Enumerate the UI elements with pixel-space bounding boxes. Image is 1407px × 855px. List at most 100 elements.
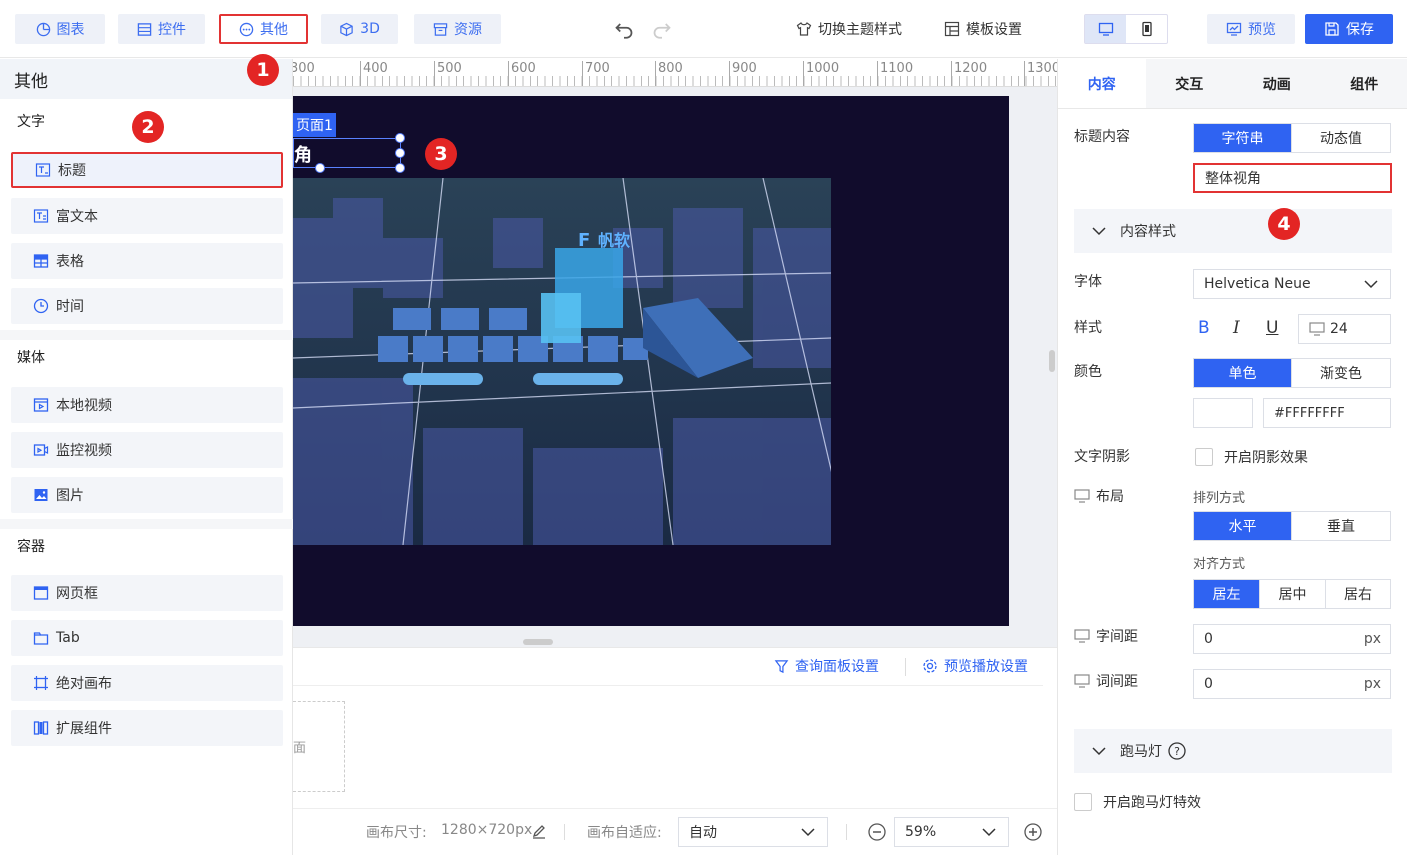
undo-icon — [615, 23, 633, 39]
resize-handle[interactable] — [395, 163, 405, 173]
component-item-local-video[interactable]: 本地视频 — [11, 387, 283, 423]
marquee-label: 跑马灯 — [1120, 744, 1162, 760]
marquee-checkbox-row[interactable]: 开启跑马灯特效 — [1074, 792, 1201, 812]
resize-handle[interactable] — [315, 163, 325, 173]
tab-3d[interactable]: 3D — [321, 14, 398, 44]
component-item-label: 时间 — [56, 299, 84, 315]
word-spacing-input[interactable]: 0 px — [1193, 669, 1391, 699]
color-gradient-option[interactable]: 渐变色 — [1292, 359, 1390, 387]
type-string-option[interactable]: 字符串 — [1194, 124, 1292, 152]
help-icon[interactable]: ? — [1168, 742, 1186, 760]
monitor-icon — [1074, 674, 1090, 688]
unit-label: px — [1363, 631, 1381, 647]
color-mode-segmented: 单色 渐变色 — [1193, 358, 1391, 388]
video-icon — [33, 398, 49, 412]
component-item-extension[interactable]: 扩展组件 — [11, 710, 283, 746]
font-select[interactable]: Helvetica Neue — [1193, 269, 1391, 299]
component-item-time[interactable]: 时间 — [11, 288, 283, 324]
zoom-select[interactable]: 59% — [894, 817, 1009, 847]
align-right-option[interactable]: 居右 — [1326, 580, 1390, 608]
theme-switch-button[interactable]: 切换主题样式 — [796, 14, 902, 44]
color-solid-option[interactable]: 单色 — [1194, 359, 1292, 387]
preview-label: 预览 — [1248, 22, 1276, 38]
type-dynamic-option[interactable]: 动态值 — [1292, 124, 1390, 152]
fanruan-logo-text: F — [578, 230, 590, 251]
color-hex-input[interactable]: #FFFFFFFF — [1263, 398, 1391, 428]
zoom-out-icon[interactable] — [868, 823, 886, 841]
tab-animation[interactable]: 动画 — [1233, 59, 1321, 108]
tab-other[interactable]: 其他 — [219, 14, 308, 44]
mobile-view-button[interactable] — [1126, 15, 1167, 43]
undo-button[interactable] — [614, 14, 634, 44]
component-item-label: 标题 — [58, 163, 86, 179]
italic-button[interactable]: I — [1233, 318, 1240, 338]
tab-chart[interactable]: 图表 — [15, 14, 105, 44]
component-item-title[interactable]: 标题 — [11, 152, 283, 188]
resize-handle[interactable] — [395, 148, 405, 158]
tab-content[interactable]: 内容 — [1058, 59, 1146, 108]
component-item-web-frame[interactable]: 网页框 — [11, 575, 283, 611]
chevron-down-icon — [1364, 280, 1378, 289]
desktop-view-button[interactable] — [1085, 15, 1126, 43]
component-item-table[interactable]: 表格 — [11, 243, 283, 279]
shadow-checkbox[interactable] — [1195, 448, 1213, 466]
more-icon — [239, 22, 254, 36]
component-item-absolute-canvas[interactable]: 绝对画布 — [11, 665, 283, 701]
table-icon — [33, 254, 49, 268]
arrange-horizontal-option[interactable]: 水平 — [1194, 512, 1292, 540]
marquee-group-header[interactable]: 跑马灯 ? — [1074, 729, 1392, 773]
component-item-monitor-video[interactable]: 监控视频 — [11, 432, 283, 468]
marquee-checkbox[interactable] — [1074, 793, 1092, 811]
page-thumbnail-placeholder[interactable]: 面 — [293, 701, 345, 792]
color-swatch[interactable] — [1193, 398, 1253, 428]
archive-icon — [433, 22, 448, 36]
theme-switch-label: 切换主题样式 — [818, 22, 902, 38]
redo-button[interactable] — [652, 14, 672, 44]
component-item-image[interactable]: 图片 — [11, 477, 283, 513]
canvas-resize-handle[interactable] — [523, 639, 553, 645]
chevron-down-icon — [1092, 747, 1106, 756]
device-switch — [1084, 14, 1168, 44]
tab-interaction[interactable]: 交互 — [1145, 59, 1233, 108]
underline-button[interactable]: U — [1266, 318, 1278, 338]
annotation-badge-2: 2 — [132, 111, 164, 143]
tab-widget[interactable]: 控件 — [118, 14, 205, 44]
preview-play-settings-button[interactable]: 预览播放设置 — [922, 656, 1028, 676]
tab-other-label: 其他 — [260, 22, 288, 38]
top-toolbar: 图表 控件 其他 3D 资源 切换主题样式 模板设置 预览 保存 — [0, 0, 1407, 58]
shadow-checkbox-row[interactable]: 开启阴影效果 — [1195, 447, 1308, 467]
tab-resource[interactable]: 资源 — [414, 14, 501, 44]
align-center-option[interactable]: 居中 — [1260, 580, 1326, 608]
content-style-group-header[interactable]: 内容样式 — [1074, 209, 1392, 253]
align-left-option[interactable]: 居左 — [1194, 580, 1260, 608]
component-item-label: 富文本 — [56, 209, 98, 225]
preview-button[interactable]: 预览 — [1207, 14, 1295, 44]
edit-icon[interactable] — [531, 823, 547, 839]
component-item-rich-text[interactable]: 富文本 — [11, 198, 283, 234]
font-size-input[interactable]: 24 — [1298, 314, 1391, 344]
web-frame-icon — [33, 586, 49, 600]
redo-icon — [653, 23, 671, 39]
query-panel-settings-button[interactable]: 查询面板设置 — [774, 656, 879, 676]
tab-component[interactable]: 组件 — [1320, 59, 1407, 108]
vertical-scrollbar[interactable] — [1049, 350, 1055, 372]
ruler-tick: 900 — [729, 61, 757, 86]
save-button[interactable]: 保存 — [1305, 14, 1393, 44]
arrange-label: 排列方式 — [1193, 491, 1246, 506]
title-text-input[interactable]: 整体视角 — [1193, 163, 1392, 193]
style-label: 样式 — [1074, 320, 1102, 336]
zoom-in-icon[interactable] — [1024, 823, 1042, 841]
component-item-tab[interactable]: Tab — [11, 620, 283, 656]
extension-icon — [33, 721, 49, 735]
arrange-vertical-option[interactable]: 垂直 — [1292, 512, 1390, 540]
component-panel: 其他 文字 标题 富文本 表格 时间 媒体 本地视频 监控视频 图片 容器 网页… — [0, 59, 293, 855]
title-content-label: 标题内容 — [1074, 129, 1130, 145]
title-component-selected[interactable]: 角 — [293, 138, 401, 168]
template-settings-button[interactable]: 模板设置 — [944, 14, 1022, 44]
svg-text:?: ? — [1174, 745, 1180, 758]
canvas-adapt-select[interactable]: 自动 — [678, 817, 828, 847]
ruler-tick: 1300 — [1024, 61, 1057, 86]
resize-handle[interactable] — [395, 133, 405, 143]
letter-spacing-input[interactable]: 0 px — [1193, 624, 1391, 654]
bold-button[interactable]: B — [1198, 318, 1210, 338]
